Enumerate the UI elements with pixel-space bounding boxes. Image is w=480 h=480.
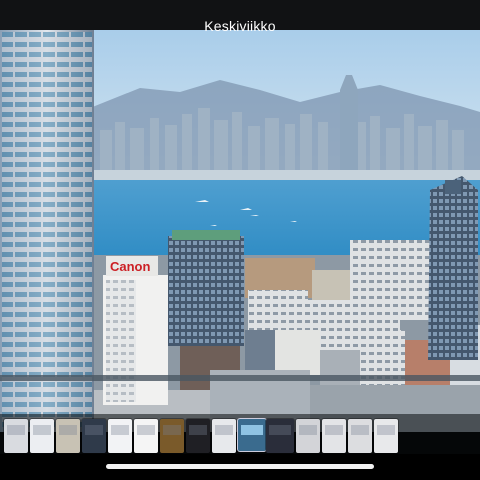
thumb-2[interactable] [30, 419, 54, 453]
thumb-13[interactable] [322, 419, 346, 453]
photo-viewer[interactable]: Keskiviikko Canon [0, 0, 480, 480]
app-screenshot-icon [59, 425, 77, 435]
app-screenshot-icon [137, 425, 155, 435]
app-screenshot-icon [299, 425, 317, 435]
thumb-10[interactable] [238, 419, 266, 451]
thumb-15[interactable] [374, 419, 398, 453]
thumb-6[interactable] [134, 419, 158, 453]
page-title: Keskiviikko [204, 18, 276, 34]
home-indicator[interactable] [106, 464, 374, 469]
thumb-7[interactable] [160, 419, 184, 453]
app-screenshot-icon [111, 425, 129, 435]
photo-image[interactable]: Canon [0, 30, 480, 432]
app-screenshot-icon [215, 425, 233, 435]
thumb-8[interactable] [186, 419, 210, 453]
thumb-11[interactable] [266, 419, 294, 453]
thumb-5[interactable] [108, 419, 132, 453]
app-screenshot-icon [163, 425, 181, 435]
thumb-12[interactable] [296, 419, 320, 453]
thumb-1[interactable] [4, 419, 28, 453]
city-photo-icon [241, 425, 263, 435]
thumb-14[interactable] [348, 419, 372, 453]
thumb-4[interactable] [82, 419, 106, 453]
app-screenshot-icon [7, 425, 25, 435]
canon-sign-text: Canon [110, 259, 151, 274]
thumbnail-strip[interactable] [0, 414, 480, 454]
app-screenshot-icon [377, 425, 395, 435]
thumb-3[interactable] [56, 419, 80, 453]
app-screenshot-icon [351, 425, 369, 435]
app-screenshot-icon [33, 425, 51, 435]
app-screenshot-icon [325, 425, 343, 435]
thumb-9[interactable] [212, 419, 236, 453]
app-screenshot-icon [269, 425, 291, 435]
app-screenshot-icon [85, 425, 103, 435]
app-screenshot-icon [189, 425, 207, 435]
